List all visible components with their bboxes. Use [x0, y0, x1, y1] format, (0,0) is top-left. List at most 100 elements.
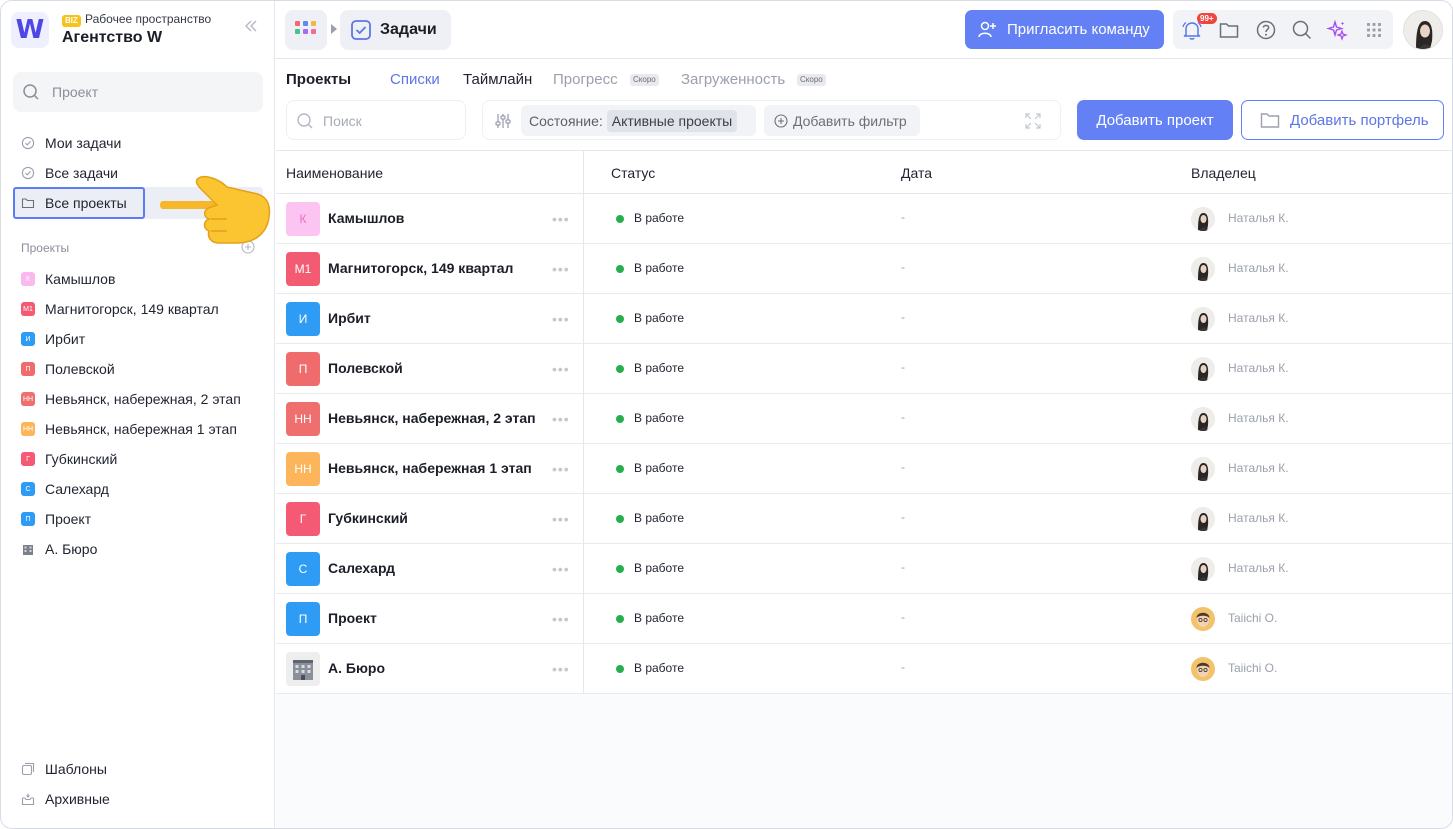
sidebar-item-project[interactable]: С Салехард [21, 474, 271, 504]
project-name[interactable]: Невьянск, набережная, 2 этап [328, 410, 536, 426]
more-options-icon[interactable]: ••• [552, 561, 570, 577]
sidebar-item-project[interactable]: К Камышлов [21, 264, 271, 294]
more-options-icon[interactable]: ••• [552, 261, 570, 277]
apps-switcher-button[interactable] [285, 10, 327, 50]
date-cell[interactable]: - [901, 360, 905, 374]
project-name[interactable]: Губкинский [328, 510, 408, 526]
sidebar-item-project[interactable]: П Полевской [21, 354, 271, 384]
breadcrumb-tasks[interactable]: Задачи [340, 10, 451, 50]
tab-workload[interactable]: Загруженность [681, 71, 785, 88]
status-badge[interactable]: В работе [634, 661, 684, 675]
sidebar-item-project[interactable]: А. Бюро [21, 534, 271, 564]
tab-timeline[interactable]: Таймлайн [463, 71, 532, 88]
project-name[interactable]: Полевской [328, 360, 403, 376]
table-row[interactable]: НН Невьянск, набережная 1 этап ••• В работе… [276, 444, 1452, 494]
project-name[interactable]: Невьянск, набережная 1 этап [328, 460, 532, 476]
sidebar-item-project[interactable]: И Ирбит [21, 324, 271, 354]
add-portfolio-button[interactable]: Добавить портфель [1241, 100, 1444, 140]
sidebar-item-archive[interactable]: Архивные [21, 787, 110, 811]
more-options-icon[interactable]: ••• [552, 511, 570, 527]
owner-name[interactable]: Наталья К. [1228, 561, 1289, 575]
sidebar-item-project[interactable]: П Проект [21, 504, 271, 534]
owner-name[interactable]: Taiichi O. [1228, 611, 1277, 625]
table-row[interactable]: К Камышлов ••• В работе - Наталья К. [276, 194, 1452, 244]
project-name[interactable]: Проект [328, 610, 377, 626]
folder-icon[interactable] [1218, 19, 1240, 41]
owner-name[interactable]: Наталья К. [1228, 311, 1289, 325]
workspace-switcher[interactable]: W BIZ Рабочее пространство Агентство W [11, 10, 271, 50]
sidebar-item-my-tasks[interactable]: Мои задачи [13, 128, 263, 158]
status-badge[interactable]: В работе [634, 511, 684, 525]
status-badge[interactable]: В работе [634, 311, 684, 325]
more-options-icon[interactable]: ••• [552, 461, 570, 477]
add-filter-button[interactable]: Добавить фильтр [764, 105, 920, 136]
table-row[interactable]: НН Невьянск, набережная, 2 этап ••• В работ… [276, 394, 1452, 444]
project-name[interactable]: Магнитогорск, 149 квартал [328, 260, 513, 276]
table-row[interactable]: П Проект ••• В работе - Taiichi O. [276, 594, 1452, 644]
status-badge[interactable]: В работе [634, 261, 684, 275]
owner-name[interactable]: Наталья К. [1228, 211, 1289, 225]
status-badge[interactable]: В работе [634, 411, 684, 425]
table-row[interactable]: С Салехард ••• В работе - Наталья К. [276, 544, 1452, 594]
owner-name[interactable]: Наталья К. [1228, 511, 1289, 525]
more-options-icon[interactable]: ••• [552, 661, 570, 677]
date-cell[interactable]: - [901, 210, 905, 224]
date-cell[interactable]: - [901, 610, 905, 624]
project-name[interactable]: Ирбит [328, 310, 371, 326]
sidebar-item-project[interactable]: М1 Магнитогорск, 149 квартал [21, 294, 271, 324]
invite-team-button[interactable]: Пригласить команду [965, 10, 1164, 49]
status-badge[interactable]: В работе [634, 211, 684, 225]
state-filter-chip[interactable]: Состояние: Активные проекты [521, 105, 756, 136]
project-name[interactable]: Салехард [328, 560, 395, 576]
date-cell[interactable]: - [901, 560, 905, 574]
column-header-status[interactable]: Статус [611, 165, 655, 181]
status-badge[interactable]: В работе [634, 361, 684, 375]
table-row[interactable]: И Ирбит ••• В работе - Наталья К. [276, 294, 1452, 344]
search-icon[interactable] [1291, 19, 1313, 41]
sidebar-search-input[interactable]: Проект [13, 72, 263, 112]
owner-name[interactable]: Наталья К. [1228, 361, 1289, 375]
add-project-button[interactable]: Добавить проект [1077, 100, 1233, 140]
status-badge[interactable]: В работе [634, 561, 684, 575]
chevrons-left-icon[interactable] [243, 18, 259, 39]
date-cell[interactable]: - [901, 260, 905, 274]
projects-search-input[interactable]: Поиск [286, 100, 466, 140]
owner-name[interactable]: Наталья К. [1228, 461, 1289, 475]
user-avatar[interactable] [1403, 10, 1443, 50]
date-cell[interactable]: - [901, 660, 905, 674]
more-options-icon[interactable]: ••• [552, 311, 570, 327]
owner-name[interactable]: Taiichi O. [1228, 661, 1277, 675]
more-options-icon[interactable]: ••• [552, 611, 570, 627]
help-icon[interactable] [1255, 19, 1277, 41]
sidebar-item-project[interactable]: НН Невьянск, набережная, 2 этап [21, 384, 271, 414]
status-badge[interactable]: В работе [634, 461, 684, 475]
status-badge[interactable]: В работе [634, 611, 684, 625]
column-header-owner[interactable]: Владелец [1191, 165, 1256, 181]
tab-progress[interactable]: Прогресс [553, 71, 618, 88]
table-row[interactable]: М1 Магнитогорск, 149 квартал ••• В работе - Н… [276, 244, 1452, 294]
table-row[interactable]: Г Губкинский ••• В работе - Наталья К. [276, 494, 1452, 544]
apps-grid-icon[interactable] [1363, 19, 1385, 41]
table-row[interactable]: П Полевской ••• В работе - Наталья К. [276, 344, 1452, 394]
more-options-icon[interactable]: ••• [552, 211, 570, 227]
table-row[interactable]: А. Бюро ••• В работе - Taiichi O. [276, 644, 1452, 694]
expand-icon[interactable] [1024, 112, 1042, 130]
tab-lists[interactable]: Списки [390, 71, 440, 88]
date-cell[interactable]: - [901, 410, 905, 424]
more-options-icon[interactable]: ••• [552, 361, 570, 377]
column-header-name[interactable]: Наименование [286, 165, 383, 181]
owner-name[interactable]: Наталья К. [1228, 261, 1289, 275]
sidebar-item-project[interactable]: Г Губкинский [21, 444, 271, 474]
sparkles-icon[interactable] [1326, 19, 1348, 41]
project-name[interactable]: А. Бюро [328, 660, 385, 676]
project-name[interactable]: Камышлов [328, 210, 404, 226]
sliders-icon[interactable] [493, 111, 513, 131]
more-options-icon[interactable]: ••• [552, 411, 570, 427]
date-cell[interactable]: - [901, 460, 905, 474]
date-cell[interactable]: - [901, 510, 905, 524]
owner-name[interactable]: Наталья К. [1228, 411, 1289, 425]
column-header-date[interactable]: Дата [901, 165, 932, 181]
sidebar-item-templates[interactable]: Шаблоны [21, 757, 107, 781]
date-cell[interactable]: - [901, 310, 905, 324]
sidebar-item-project[interactable]: НН Невьянск, набережная 1 этап [21, 414, 271, 444]
